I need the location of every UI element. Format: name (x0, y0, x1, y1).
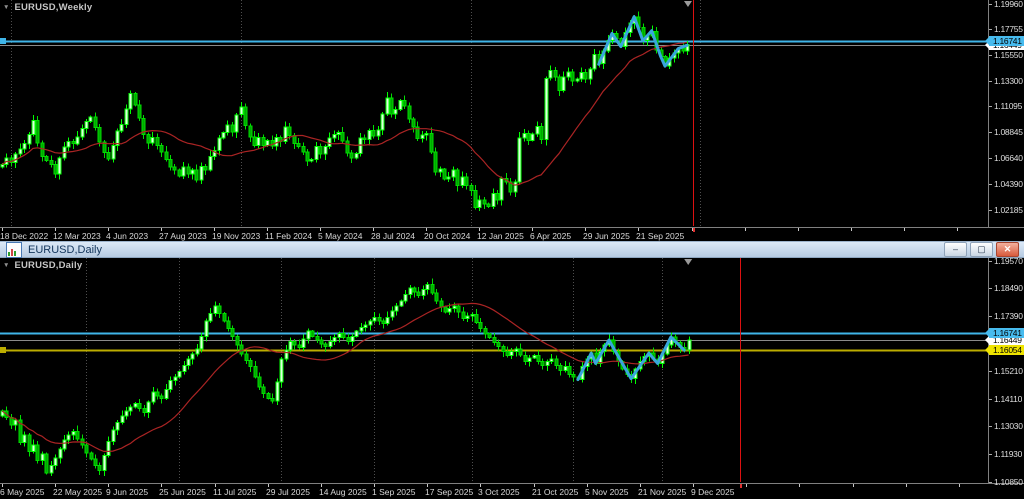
time-tick (906, 484, 907, 487)
time-tick-label: 14 Aug 2025 (319, 487, 367, 497)
time-tick-label: 25 Jun 2025 (159, 487, 206, 497)
time-tick-label: 20 Oct 2024 (424, 231, 470, 241)
time-tick (798, 228, 799, 231)
weekly-symbol-label: ▼ EURUSD,Weekly (3, 2, 92, 13)
time-tick-label: 12 Jan 2025 (477, 231, 524, 241)
time-tick (853, 484, 854, 487)
time-tick-label: 12 Mar 2023 (53, 231, 101, 241)
chart-collapse-arrow-icon: ▼ (3, 4, 9, 11)
time-tick-label: 21 Oct 2025 (532, 487, 578, 497)
time-tick-label: 9 Dec 2025 (691, 487, 734, 497)
close-button[interactable]: ✕ (996, 242, 1019, 257)
time-tick (799, 484, 800, 487)
restore-button[interactable]: ▢ (970, 242, 993, 257)
minimize-button[interactable]: – (944, 242, 967, 257)
time-tick-label: 11 Jul 2025 (213, 487, 256, 497)
daily-symbol-text: EURUSD,Daily (14, 260, 82, 271)
time-tick-label: 11 Feb 2024 (265, 231, 312, 241)
time-tick-label: 6 May 2025 (0, 487, 44, 497)
terminal-window: ▼ EURUSD,Weekly 1.199601.177551.155501.1… (0, 0, 1024, 499)
time-tick-label: 21 Sep 2025 (636, 231, 684, 241)
time-tick-label: 21 Nov 2025 (638, 487, 686, 497)
vline-time-tick (693, 228, 695, 232)
time-tick-label: 28 Jul 2024 (371, 231, 415, 241)
time-tick-label: 22 May 2025 (53, 487, 102, 497)
time-tick (746, 484, 747, 487)
ma-line[interactable] (2, 42, 687, 185)
chart-shift-marker[interactable] (684, 259, 692, 265)
candles (1, 279, 691, 477)
cyan-line-price-label: 1.16741 (989, 328, 1024, 338)
wk-time-scale[interactable]: 18 Dec 2022 12 Mar 2023 4 Jun 2023 27 Aug 2… (0, 228, 1024, 241)
time-tick-label: 17 Sep 2025 (425, 487, 473, 497)
time-tick-label: 4 Jun 2023 (106, 231, 148, 241)
daily-window-title: EURUSD,Daily (28, 244, 102, 256)
hline-handle[interactable] (0, 347, 6, 353)
time-tick-label: 5 Nov 2025 (585, 487, 628, 497)
weekly-symbol-text: EURUSD,Weekly (14, 2, 92, 13)
yellow-line-price-label: 1.16054 (989, 345, 1024, 355)
time-tick-label: 27 Aug 2023 (159, 231, 207, 241)
weekly-chart-panel: ▼ EURUSD,Weekly 1.199601.177551.155501.1… (0, 0, 1024, 241)
hline-handle[interactable] (0, 38, 6, 44)
time-tick-label: 29 Jun 2025 (583, 231, 630, 241)
time-tick-label: 19 Nov 2023 (212, 231, 260, 241)
dy-plot-area[interactable] (0, 258, 1024, 484)
window-controls: –▢✕ (941, 242, 1019, 257)
time-tick-label: 9 Jun 2025 (106, 487, 148, 497)
daily-chart-panel: ▼ EURUSD,Daily 1.195701.184901.173901.16… (0, 258, 1024, 499)
vline-time-tick (740, 484, 742, 488)
chart-shift-marker[interactable] (684, 1, 692, 7)
time-tick (745, 228, 746, 231)
wk-plot-area[interactable] (0, 0, 1024, 228)
time-tick-label: 29 Jul 2025 (266, 487, 310, 497)
time-tick-label: 18 Dec 2022 (0, 231, 48, 241)
wk-price-scale[interactable]: 1.199601.177551.155501.133001.110951.088… (988, 0, 1024, 227)
time-tick-label: 3 Oct 2025 (478, 487, 520, 497)
time-tick (904, 228, 905, 231)
time-tick (851, 228, 852, 231)
daily-symbol-label: ▼ EURUSD,Daily (3, 260, 82, 271)
chart-collapse-arrow-icon: ▼ (3, 262, 9, 269)
dy-price-scale[interactable]: 1.195701.184901.173901.163101.152101.141… (988, 258, 1024, 483)
time-tick (959, 484, 960, 487)
ma-line[interactable] (2, 303, 689, 451)
time-tick (957, 228, 958, 231)
cyan-line-price-label: 1.16741 (989, 36, 1024, 46)
daily-window-titlebar: EURUSD,Daily –▢✕ (0, 241, 1024, 258)
time-tick-label: 6 Apr 2025 (530, 231, 571, 241)
chart-window-icon (6, 242, 22, 258)
time-tick-label: 1 Sep 2025 (372, 487, 415, 497)
time-tick-label: 5 May 2024 (318, 231, 362, 241)
dy-time-scale[interactable]: 6 May 2025 22 May 2025 9 Jun 2025 25 Jun 20… (0, 484, 1024, 499)
